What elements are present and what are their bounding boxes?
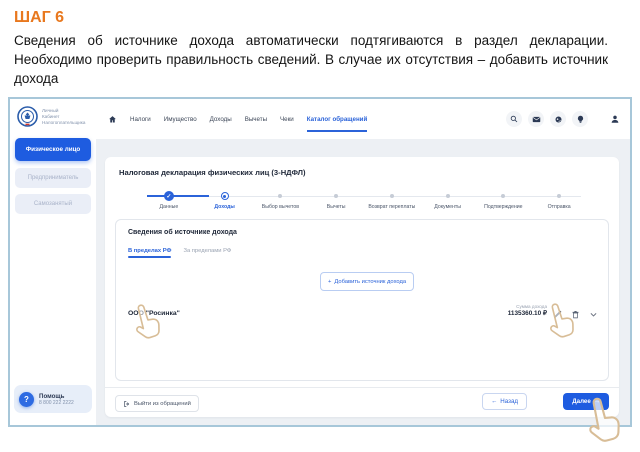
logout-icon xyxy=(123,400,131,408)
messages-button[interactable] xyxy=(528,111,544,127)
trash-icon[interactable] xyxy=(571,310,580,319)
question-mark-icon: ? xyxy=(19,392,34,407)
lightbulb-icon xyxy=(576,115,585,124)
nav-item-requests-catalog[interactable]: Каталог обращений xyxy=(307,116,368,123)
step-deduction-choice[interactable]: Выбор вычетов xyxy=(253,191,309,210)
wizard-stepper: ✓ Данные Доходы Выбор вычетов Вычеты xyxy=(141,191,587,210)
mail-icon xyxy=(532,115,541,124)
nav-item-income[interactable]: Доходы xyxy=(210,116,232,123)
todo-step-icon xyxy=(278,194,282,198)
declaration-card: Налоговая декларация физических лиц (3-Н… xyxy=(105,157,619,417)
income-row-actions xyxy=(553,310,598,319)
profile-button-entrepreneur[interactable]: Предприниматель xyxy=(15,168,91,188)
account-button[interactable] xyxy=(610,114,620,124)
logo-text: Личный Кабинет Налогоплательщика xyxy=(42,108,85,126)
app-screenshot-frame: Личный Кабинет Налогоплательщика Физичес… xyxy=(8,97,632,427)
arrow-left-icon: ← xyxy=(491,398,497,405)
step-data[interactable]: ✓ Данные xyxy=(141,191,197,210)
top-navbar: Налоги Имущество Доходы Вычеты Чеки Ката… xyxy=(96,99,630,139)
income-amount-block: Сумма дохода 1135360.10 ₽ xyxy=(508,304,547,317)
income-tabs: В пределах РФ За пределами РФ xyxy=(128,248,231,258)
content-area: Налоговая декларация физических лиц (3-Н… xyxy=(96,139,630,425)
search-icon xyxy=(510,115,518,123)
step-documents[interactable]: Документы xyxy=(420,191,476,210)
fns-emblem-icon xyxy=(17,106,38,127)
chevron-down-icon[interactable] xyxy=(589,310,598,319)
back-button[interactable]: ← Назад xyxy=(482,393,527,410)
plus-icon: + xyxy=(328,279,331,285)
help-phone: 8 800 222 2222 xyxy=(39,400,74,406)
assistant-icon xyxy=(554,115,563,124)
todo-step-icon xyxy=(334,194,338,198)
nav-item-deductions[interactable]: Вычеты xyxy=(245,116,267,123)
todo-step-icon xyxy=(557,194,561,198)
todo-step-icon xyxy=(501,194,505,198)
home-icon[interactable] xyxy=(108,115,117,124)
exit-requests-button[interactable]: Выйти из обращений xyxy=(115,395,199,412)
tips-button[interactable] xyxy=(572,111,588,127)
current-step-icon xyxy=(221,192,229,200)
todo-step-icon xyxy=(390,194,394,198)
income-source-title: Сведения об источнике дохода xyxy=(128,229,237,236)
navbar-right-icons xyxy=(506,111,620,127)
profile-icon xyxy=(610,114,620,124)
tab-outside-rf[interactable]: За пределами РФ xyxy=(183,248,231,258)
profile-button-selfemployed[interactable]: Самозанятый xyxy=(15,194,91,214)
income-source-name: ООО "Росинка" xyxy=(128,310,180,317)
check-icon: ✓ xyxy=(164,191,174,201)
assistant-button[interactable] xyxy=(550,111,566,127)
income-source-card: Сведения об источнике дохода В пределах … xyxy=(115,219,609,381)
nav-item-taxes[interactable]: Налоги xyxy=(130,116,151,123)
sidebar: Личный Кабинет Налогоплательщика Физичес… xyxy=(10,99,96,425)
step-confirmation[interactable]: Подтверждение xyxy=(476,191,532,210)
help-widget[interactable]: ? Помощь 8 800 222 2222 xyxy=(14,385,92,413)
step-deductions[interactable]: Вычеты xyxy=(308,191,364,210)
tutorial-page: ШАГ 6 Сведения об источнике дохода автом… xyxy=(0,0,640,452)
nav-items: Налоги Имущество Доходы Вычеты Чеки Ката… xyxy=(108,115,367,124)
income-amount-value: 1135360.10 ₽ xyxy=(508,309,547,317)
nav-item-property[interactable]: Имущество xyxy=(164,116,197,123)
search-button[interactable] xyxy=(506,111,522,127)
help-title: Помощь xyxy=(39,393,74,400)
next-button[interactable]: Далее → xyxy=(563,393,609,410)
step-refund[interactable]: Возврат переплаты xyxy=(364,191,420,210)
todo-step-icon xyxy=(446,194,450,198)
nav-item-receipts[interactable]: Чеки xyxy=(280,116,294,123)
fns-logo: Личный Кабинет Налогоплательщика xyxy=(17,106,85,127)
add-income-source-button[interactable]: + Добавить источник дохода xyxy=(320,272,414,291)
edit-icon[interactable] xyxy=(553,310,562,319)
step-description: Сведения об источнике дохода автоматичес… xyxy=(14,31,608,88)
step-title: ШАГ 6 xyxy=(14,9,64,27)
profile-button-individual[interactable]: Физическое лицо xyxy=(15,138,91,161)
declaration-title: Налоговая декларация физических лиц (3-Н… xyxy=(119,168,306,177)
arrow-right-icon: → xyxy=(594,398,600,405)
income-row[interactable]: ООО "Росинка" Сумма дохода 1135360.10 ₽ xyxy=(128,304,598,319)
footer-divider xyxy=(105,387,619,388)
tab-inside-rf[interactable]: В пределах РФ xyxy=(128,248,171,258)
step-send[interactable]: Отправка xyxy=(531,191,587,210)
step-income[interactable]: Доходы xyxy=(197,191,253,210)
